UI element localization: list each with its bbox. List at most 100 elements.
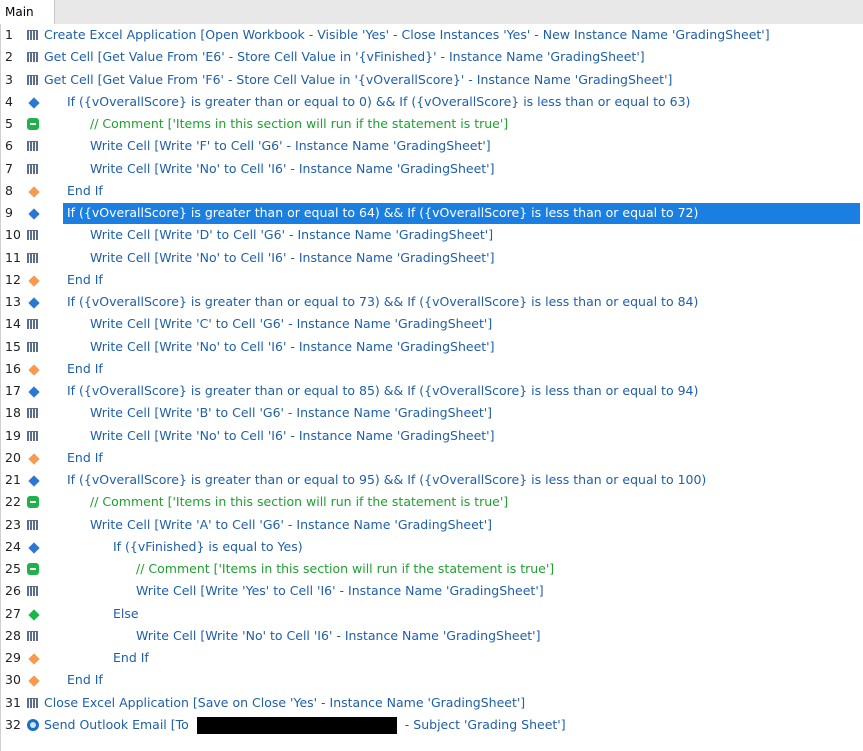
line-command: If ({vOverallScore} is greater than or e… bbox=[67, 205, 699, 220]
script-line[interactable]: 23 Write Cell [Write 'A' to Cell 'G6' - I… bbox=[1, 514, 863, 536]
line-command: Write Cell [Write 'No' to Cell 'I6' - In… bbox=[136, 627, 541, 643]
script-line[interactable]: 15 Write Cell [Write 'No' to Cell 'I6' - … bbox=[1, 336, 863, 358]
script-editor[interactable]: 1 Create Excel Application [Open Workbook… bbox=[0, 24, 863, 751]
line-number: 24 bbox=[5, 538, 21, 554]
script-line[interactable]: 12 End If bbox=[1, 269, 863, 291]
line-text: Get Cell [Get Value From 'F6' - Store Ce… bbox=[44, 69, 672, 91]
line-number: 18 bbox=[5, 405, 21, 421]
excel-action-icon bbox=[27, 319, 38, 330]
script-line[interactable]: 1 Create Excel Application [Open Workbook… bbox=[1, 24, 863, 46]
line-command: Write Cell [Write 'C' to Cell 'G6' - Ins… bbox=[90, 316, 493, 332]
line-number: 13 bbox=[5, 294, 21, 309]
if-condition-icon bbox=[28, 542, 40, 554]
line-number: 5 bbox=[5, 116, 13, 131]
excel-action-icon bbox=[27, 163, 38, 174]
end-if-icon bbox=[28, 364, 40, 376]
line-command: // Comment ['Items in this section will … bbox=[90, 494, 509, 510]
line-text: Write Cell [Write 'No' to Cell 'I6' - In… bbox=[90, 425, 494, 447]
line-text: If ({vOverallScore} is greater than or e… bbox=[67, 202, 698, 224]
excel-action-icon bbox=[27, 586, 38, 597]
line-text: If ({vOverallScore} is greater than or e… bbox=[67, 469, 706, 491]
if-condition-icon bbox=[28, 386, 40, 398]
excel-action-icon bbox=[27, 230, 38, 241]
line-text: End If bbox=[67, 358, 103, 380]
excel-action-icon bbox=[27, 341, 38, 352]
script-line[interactable]: 7 Write Cell [Write 'No' to Cell 'I6' - I… bbox=[1, 158, 863, 180]
script-line[interactable]: 26 Write Cell [Write 'Yes' to Cell 'I6' -… bbox=[1, 580, 863, 602]
script-line[interactable]: 2 Get Cell [Get Value From 'E6' - Store C… bbox=[1, 46, 863, 68]
line-command: Write Cell [Write 'A' to Cell 'G6' - Ins… bbox=[90, 516, 493, 532]
excel-action-icon bbox=[27, 30, 38, 40]
comment-icon bbox=[27, 563, 39, 575]
line-text: // Comment ['Items in this section will … bbox=[136, 558, 554, 580]
line-command: If ({vOverallScore} is greater than or e… bbox=[67, 93, 691, 109]
script-line[interactable]: 8 End If bbox=[1, 180, 863, 202]
line-number: 7 bbox=[5, 160, 13, 176]
line-text: Get Cell [Get Value From 'E6' - Store Ce… bbox=[44, 46, 645, 68]
line-command: Close Excel Application [Save on Close '… bbox=[44, 694, 526, 710]
line-text: Write Cell [Write 'B' to Cell 'G6' - Ins… bbox=[90, 402, 492, 424]
line-text: If ({vOverallScore} is greater than or e… bbox=[67, 291, 698, 313]
script-line[interactable]: 31 Close Excel Application [Save on Close… bbox=[1, 692, 863, 714]
else-icon bbox=[28, 608, 40, 621]
script-line[interactable]: 28 Write Cell [Write 'No' to Cell 'I6' - … bbox=[1, 625, 863, 647]
line-command: If ({vFinished} is equal to Yes) bbox=[113, 538, 303, 554]
script-line[interactable]: 21 If ({vOverallScore} is greater than or… bbox=[1, 469, 863, 491]
line-text: If ({vOverallScore} is greater than or e… bbox=[67, 380, 698, 402]
line-number: 17 bbox=[5, 383, 21, 398]
line-command: Write Cell [Write 'D' to Cell 'G6' - Ins… bbox=[90, 227, 494, 243]
script-line[interactable]: 17 If ({vOverallScore} is greater than or… bbox=[1, 380, 863, 402]
line-command: Write Cell [Write 'F' to Cell 'G6' - Ins… bbox=[90, 138, 491, 154]
script-line[interactable]: 29 End If bbox=[1, 647, 863, 669]
if-condition-icon bbox=[28, 208, 40, 220]
line-number: 20 bbox=[5, 449, 21, 465]
line-text: End If bbox=[67, 180, 103, 202]
script-line[interactable]: 19 Write Cell [Write 'No' to Cell 'I6' - … bbox=[1, 425, 863, 447]
line-command: Get Cell [Get Value From 'E6' - Store Ce… bbox=[44, 49, 645, 65]
script-line[interactable]: 24 If ({vFinished} is equal to Yes) bbox=[1, 536, 863, 558]
script-line[interactable]: 3 Get Cell [Get Value From 'F6' - Store C… bbox=[1, 69, 863, 91]
script-line[interactable]: 27 Else bbox=[1, 603, 863, 625]
line-number: 31 bbox=[5, 694, 21, 710]
line-command: End If bbox=[113, 650, 149, 665]
script-line[interactable]: 25 // Comment ['Items in this section wil… bbox=[1, 558, 863, 580]
script-line[interactable]: 22 // Comment ['Items in this section wil… bbox=[1, 491, 863, 513]
line-text: Send Outlook Email [To - Subject 'Grading… bbox=[44, 714, 566, 736]
script-line[interactable]: 20 End If bbox=[1, 447, 863, 469]
line-command: Get Cell [Get Value From 'F6' - Store Ce… bbox=[44, 71, 673, 87]
comment-icon bbox=[27, 496, 39, 509]
line-text: Write Cell [Write 'A' to Cell 'G6' - Ins… bbox=[90, 514, 492, 536]
line-text: If ({vOverallScore} is greater than or e… bbox=[67, 91, 690, 113]
script-line[interactable]: 9 If ({vOverallScore} is greater than or … bbox=[1, 202, 863, 224]
line-number: 14 bbox=[5, 316, 21, 332]
line-text: Write Cell [Write 'F' to Cell 'G6' - Ins… bbox=[90, 135, 491, 157]
line-text: Write Cell [Write 'D' to Cell 'G6' - Ins… bbox=[90, 224, 493, 246]
line-number: 22 bbox=[5, 494, 21, 510]
line-number: 11 bbox=[5, 249, 21, 265]
excel-action-icon bbox=[27, 408, 38, 419]
end-if-icon bbox=[28, 675, 40, 687]
redacted-recipient bbox=[196, 716, 397, 734]
line-text: Else bbox=[113, 603, 139, 625]
line-command: End If bbox=[67, 360, 103, 376]
line-number: 16 bbox=[5, 360, 21, 376]
script-line[interactable]: 18 Write Cell [Write 'B' to Cell 'G6' - I… bbox=[1, 402, 863, 424]
line-text: End If bbox=[113, 647, 149, 669]
script-line[interactable]: 6 Write Cell [Write 'F' to Cell 'G6' - In… bbox=[1, 135, 863, 157]
line-text: If ({vFinished} is equal to Yes) bbox=[113, 536, 303, 558]
script-line[interactable]: 30 End If bbox=[1, 669, 863, 691]
script-line[interactable]: 14 Write Cell [Write 'C' to Cell 'G6' - I… bbox=[1, 313, 863, 335]
script-line[interactable]: 13 If ({vOverallScore} is greater than or… bbox=[1, 291, 863, 313]
end-if-icon bbox=[28, 653, 40, 665]
script-line[interactable]: 11 Write Cell [Write 'No' to Cell 'I6' - … bbox=[1, 247, 863, 269]
line-text: Write Cell [Write 'No' to Cell 'I6' - In… bbox=[90, 336, 494, 358]
line-number: 8 bbox=[5, 182, 13, 198]
tab-main[interactable]: Main bbox=[0, 0, 55, 24]
script-line[interactable]: 5 // Comment ['Items in this section will… bbox=[1, 113, 863, 135]
script-line[interactable]: 10 Write Cell [Write 'D' to Cell 'G6' - I… bbox=[1, 224, 863, 246]
line-command: If ({vOverallScore} is greater than or e… bbox=[67, 383, 699, 398]
script-line[interactable]: 16 End If bbox=[1, 358, 863, 380]
script-line[interactable]: 32 Send Outlook Email [To - Subject 'Gradi… bbox=[1, 714, 863, 736]
line-text: // Comment ['Items in this section will … bbox=[90, 113, 508, 135]
script-line[interactable]: 4 If ({vOverallScore} is greater than or … bbox=[1, 91, 863, 113]
